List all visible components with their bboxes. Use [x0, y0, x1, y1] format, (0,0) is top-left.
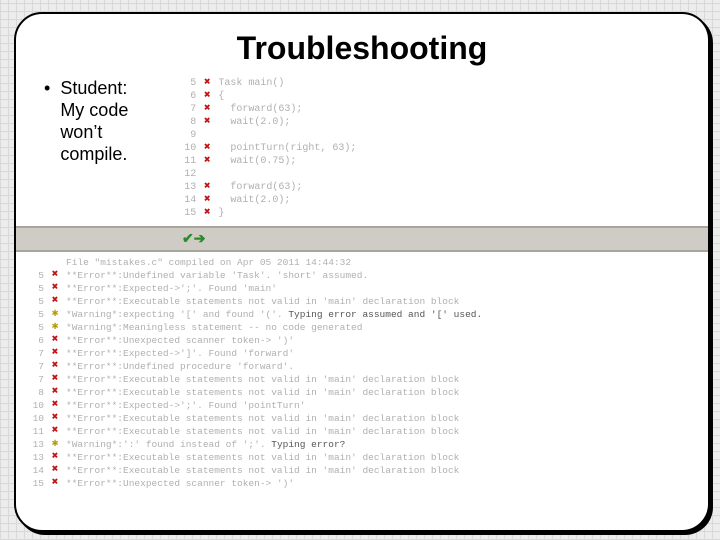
bullet-marker: • [44, 77, 50, 99]
error-icon: ✖ [48, 334, 62, 347]
code-pane: 56789101112131415 ✖✖✖✖ ✖✖ ✖✖✖ Task main(… [174, 77, 708, 220]
error-marker-icon [200, 129, 214, 142]
error-marker-icon [200, 168, 214, 181]
bullet-line-1: Student: [60, 77, 160, 99]
bullet-text: Student: My code won’t compile. [60, 77, 160, 165]
error-marker-icon: ✖ [200, 116, 214, 129]
code-text: Task main(){ forward(63); wait(2.0); poi… [214, 77, 708, 220]
error-icon: ✖ [48, 425, 62, 438]
run-icon[interactable]: ✔➔ [182, 230, 205, 247]
slide-body: • Student: My code won’t compile. 567891… [16, 77, 708, 220]
error-marker-icon: ✖ [200, 90, 214, 103]
error-icon: ✖ [48, 269, 62, 282]
error-marker-icon: ✖ [200, 77, 214, 90]
slide-title: Troubleshooting [16, 30, 708, 67]
error-markers: ✖✖✖✱✱✖✖✖✖✖✖✖✖✱✖✖✖ [48, 256, 62, 490]
error-messages: File "mistakes.c" compiled on Apr 05 201… [62, 256, 708, 490]
code-line-numbers: 56789101112131415 [174, 77, 200, 220]
slide-card: Troubleshooting • Student: My code won’t… [14, 12, 710, 532]
error-icon: ✖ [48, 464, 62, 477]
error-icon: ✖ [48, 347, 62, 360]
error-icon: ✖ [48, 412, 62, 425]
error-icon: ✖ [48, 282, 62, 295]
error-marker-icon: ✖ [200, 103, 214, 116]
bullet-line-4: compile. [60, 143, 160, 165]
warning-icon: ✱ [48, 308, 62, 321]
error-icon: ✖ [48, 477, 62, 490]
error-marker-icon: ✖ [200, 207, 214, 220]
bullet-line-3: won’t [60, 121, 160, 143]
error-icon: ✖ [48, 451, 62, 464]
error-icon: ✖ [48, 399, 62, 412]
error-line-numbers: 555556777810101113131415 [16, 256, 48, 490]
error-marker-icon: ✖ [200, 142, 214, 155]
warning-icon: ✱ [48, 438, 62, 451]
bullet-line-2: My code [60, 99, 160, 121]
error-icon: ✖ [48, 360, 62, 373]
compiler-toolbar: ✔➔ [16, 226, 708, 252]
compiler-output-pane: 555556777810101113131415 ✖✖✖✱✱✖✖✖✖✖✖✖✖✱✖… [16, 252, 708, 490]
code-error-markers: ✖✖✖✖ ✖✖ ✖✖✖ [200, 77, 214, 220]
error-marker-icon: ✖ [200, 155, 214, 168]
error-icon: ✖ [48, 386, 62, 399]
error-icon: ✖ [48, 295, 62, 308]
warning-icon: ✱ [48, 321, 62, 334]
error-marker-icon: ✖ [200, 194, 214, 207]
error-icon: ✖ [48, 373, 62, 386]
error-marker-icon: ✖ [200, 181, 214, 194]
bullet-item: • Student: My code won’t compile. [44, 77, 160, 165]
